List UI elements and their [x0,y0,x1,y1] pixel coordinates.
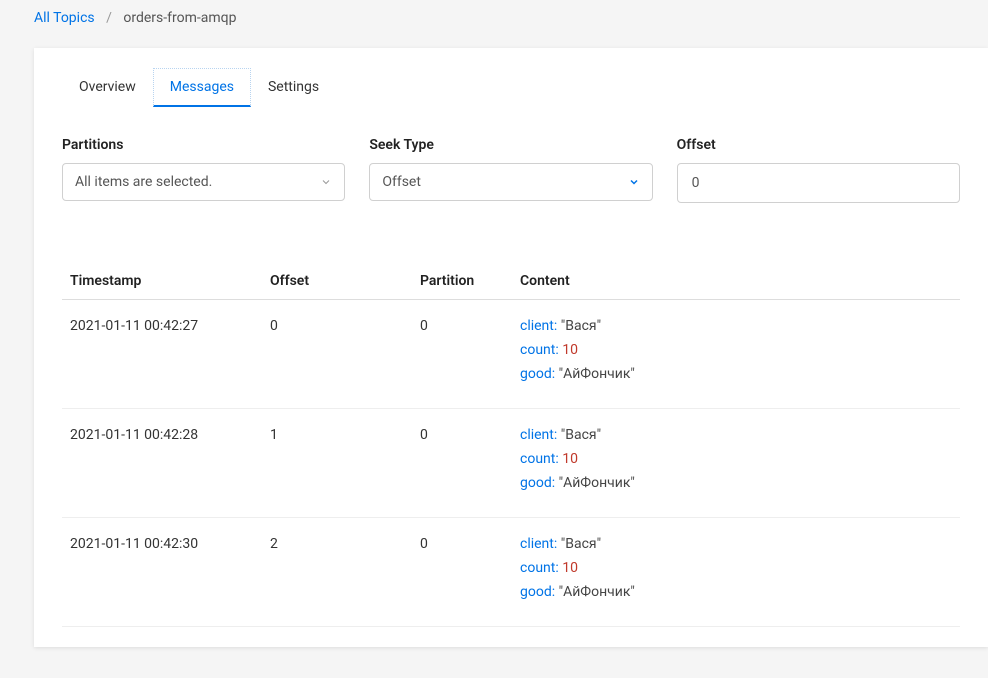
chevron-down-icon [628,176,640,188]
messages-table: Timestamp Offset Partition Content 2021-… [62,263,960,627]
json-key: count: [520,342,559,358]
col-header-content: Content [512,263,960,300]
col-header-partition: Partition [412,263,512,300]
chevron-down-icon [320,176,332,188]
json-value: 10 [562,342,578,358]
seek-type-select-value: Offset [382,174,421,190]
seek-type-filter: Seek Type Offset [369,137,652,203]
json-key: client: [520,536,557,552]
json-value: "Вася" [561,318,601,334]
seek-type-select[interactable]: Offset [369,163,652,201]
json-key: count: [520,560,559,576]
seek-type-label: Seek Type [369,137,652,153]
json-key: good: [520,366,555,382]
breadcrumb-current: orders-from-amqp [123,10,236,26]
cell-offset: 1 [262,409,412,518]
json-key: good: [520,475,555,491]
cell-timestamp: 2021-01-11 00:42:30 [62,518,262,627]
table-row: 2021-01-11 00:42:2700client: "Вася"count… [62,300,960,409]
table-row: 2021-01-11 00:42:2810client: "Вася"count… [62,409,960,518]
json-key: client: [520,427,557,443]
json-value: "Вася" [561,427,601,443]
cell-partition: 0 [412,518,512,627]
cell-timestamp: 2021-01-11 00:42:28 [62,409,262,518]
col-header-timestamp: Timestamp [62,263,262,300]
cell-offset: 0 [262,300,412,409]
json-key: good: [520,584,555,600]
tabs: Overview Messages Settings [34,48,988,107]
json-value: "АйФончик" [559,475,635,491]
json-key: client: [520,318,557,334]
breadcrumb-separator: / [98,10,120,26]
cell-timestamp: 2021-01-11 00:42:27 [62,300,262,409]
breadcrumb-root-link[interactable]: All Topics [34,10,95,26]
json-value: "АйФончик" [559,366,635,382]
cell-content: client: "Вася"count: 10 good: "АйФончик" [512,300,960,409]
cell-partition: 0 [412,300,512,409]
partitions-select-value: All items are selected. [75,174,212,190]
content-card: Overview Messages Settings Partitions Al… [34,48,988,647]
partitions-filter: Partitions All items are selected. [62,137,345,203]
cell-content: client: "Вася"count: 10 good: "АйФончик" [512,409,960,518]
partitions-select[interactable]: All items are selected. [62,163,345,201]
breadcrumb: All Topics / orders-from-amqp [0,0,988,36]
cell-offset: 2 [262,518,412,627]
partitions-label: Partitions [62,137,345,153]
json-value: 10 [562,560,578,576]
tab-messages[interactable]: Messages [153,68,251,107]
offset-input-wrapper [677,163,960,203]
offset-label: Offset [677,137,960,153]
cell-partition: 0 [412,409,512,518]
offset-filter: Offset [677,137,960,203]
filters-row: Partitions All items are selected. Seek … [34,107,988,203]
json-value: "АйФончик" [559,584,635,600]
tab-settings[interactable]: Settings [251,68,336,107]
json-value: 10 [562,451,578,467]
tab-overview[interactable]: Overview [62,68,153,107]
cell-content: client: "Вася"count: 10 good: "АйФончик" [512,518,960,627]
table-row: 2021-01-11 00:42:3020client: "Вася"count… [62,518,960,627]
json-value: "Вася" [561,536,601,552]
offset-input[interactable] [690,174,947,192]
col-header-offset: Offset [262,263,412,300]
json-key: count: [520,451,559,467]
